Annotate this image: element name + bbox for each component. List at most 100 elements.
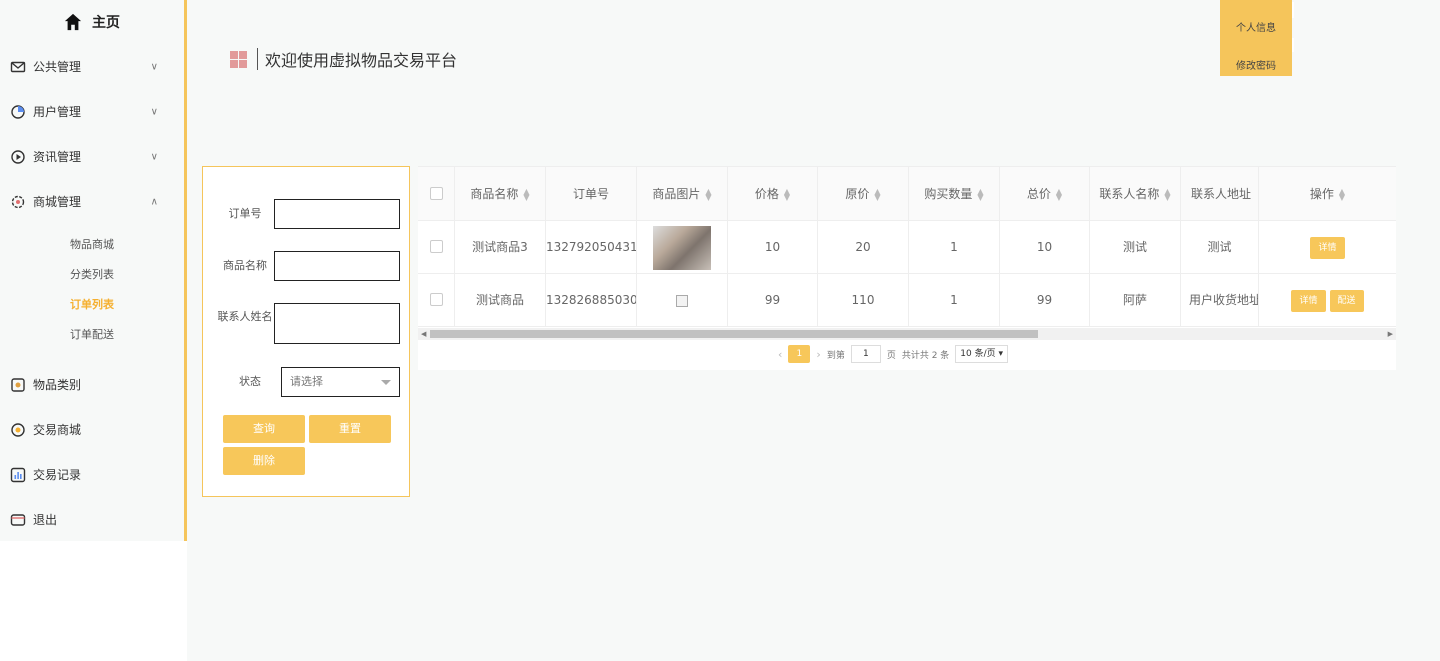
- sort-icon: ▲ ▼: [1055, 186, 1063, 202]
- grid-icon: [230, 50, 247, 68]
- sort-icon: ▲ ▼: [705, 186, 712, 202]
- col-contact-name[interactable]: 联系人名称 ▲ ▼: [1090, 167, 1181, 221]
- col-total[interactable]: 总价 ▲ ▼: [1000, 167, 1090, 221]
- table-row: 测试商品 1328268850307 99 110 1 99 阿萨 用户收货地址…: [418, 274, 1396, 327]
- menu-logout[interactable]: 退出: [0, 497, 184, 542]
- query-button[interactable]: 查询: [223, 415, 305, 443]
- col-actions[interactable]: 操作 ▲ ▼: [1259, 167, 1396, 221]
- profile-link[interactable]: 个人信息: [1220, 19, 1292, 34]
- cell-product-name: 测试商品: [455, 274, 546, 327]
- menu-users[interactable]: 用户管理 ∨: [0, 89, 184, 134]
- sort-icon: ▲ ▼: [1338, 186, 1346, 202]
- sidebar: 主页 公共管理 ∨ 用户管理 ∨ 资讯管理 ∨ 商城管理 ∧ 物品商城 分类列表…: [0, 0, 187, 541]
- status-label: 状态: [239, 375, 261, 388]
- col-order-no: 订单号: [546, 167, 637, 221]
- home-label: 主页: [92, 15, 120, 31]
- sort-icon: ▲ ▼: [783, 186, 791, 202]
- horizontal-scrollbar[interactable]: ◀ ▶: [418, 328, 1396, 340]
- row-checkbox[interactable]: [430, 240, 443, 253]
- cell-order-no: 1328268850307: [546, 274, 637, 327]
- cell-quantity: 1: [909, 274, 1000, 327]
- sub-item-category-list[interactable]: 分类列表: [0, 260, 184, 290]
- broken-image-icon[interactable]: [676, 294, 688, 307]
- table-row: 测试商品3 1327920504314 10 20 1 10 测试 测试 详情: [418, 221, 1396, 274]
- detail-button[interactable]: 详情: [1310, 236, 1345, 259]
- sort-icon: ▲ ▼: [523, 186, 530, 202]
- menu-mall[interactable]: 商城管理 ∧: [0, 179, 184, 224]
- cell-price: 99: [728, 274, 818, 327]
- total-count: 共计共 2 条: [901, 350, 950, 361]
- product-name-label: 商品名称: [223, 259, 267, 272]
- col-original-price[interactable]: 原价 ▲ ▼: [818, 167, 909, 221]
- product-thumbnail[interactable]: [653, 225, 711, 270]
- sidebar-footer: [0, 541, 187, 661]
- page-1-button[interactable]: 1: [788, 345, 811, 363]
- order-no-label: 订单号: [228, 207, 262, 220]
- col-price[interactable]: 价格 ▲ ▼: [728, 167, 818, 221]
- chevron-down-icon: ∨: [150, 106, 158, 117]
- scrollbar-thumb[interactable]: [430, 330, 1038, 338]
- goto-label: 到第: [826, 350, 845, 361]
- caret-down-icon: [381, 380, 391, 385]
- col-product-image[interactable]: 商品图片 ▲ ▼: [637, 167, 728, 221]
- menu-trade-mall-label: 交易商城: [33, 423, 82, 437]
- col-product-name[interactable]: 商品名称 ▲ ▼: [455, 167, 546, 221]
- sub-item-order-delivery[interactable]: 订单配送: [0, 320, 184, 350]
- scroll-right-icon[interactable]: ▶: [1388, 328, 1393, 340]
- title-divider: [257, 48, 258, 70]
- mail-icon: [10, 59, 26, 75]
- menu-users-label: 用户管理: [33, 105, 82, 119]
- pagination: ‹ 1 › 到第 1 页 共计共 2 条 10 条/页 ▾: [778, 345, 1009, 363]
- cell-original-price: 110: [818, 274, 909, 327]
- page-suffix: 页: [886, 350, 896, 361]
- home-icon: [64, 13, 82, 31]
- menu-category[interactable]: 物品类别: [0, 362, 184, 407]
- chart-icon: [10, 467, 26, 483]
- change-password-link[interactable]: 修改密码: [1220, 57, 1292, 72]
- cell-contact-address: 测试: [1181, 221, 1259, 274]
- play-icon: [10, 149, 26, 165]
- reset-button[interactable]: 重置: [309, 415, 391, 443]
- cell-order-no: 1327920504314: [546, 221, 637, 274]
- prev-page-icon[interactable]: ‹: [778, 348, 782, 361]
- home-link[interactable]: 主页: [0, 0, 184, 44]
- cell-contact-address: 用户收货地址: [1181, 274, 1259, 327]
- menu-logout-label: 退出: [33, 513, 58, 527]
- menu-news[interactable]: 资讯管理 ∨: [0, 134, 184, 179]
- menu-trade-mall[interactable]: 交易商城: [0, 407, 184, 452]
- scroll-left-icon[interactable]: ◀: [421, 328, 426, 340]
- deliver-button[interactable]: 配送: [1329, 289, 1364, 312]
- cell-original-price: 20: [818, 221, 909, 274]
- goto-page-input[interactable]: 1: [850, 345, 881, 363]
- contact-name-input[interactable]: [274, 303, 400, 344]
- sort-icon: ▲ ▼: [1164, 186, 1171, 202]
- order-no-input[interactable]: [274, 199, 400, 229]
- col-quantity[interactable]: 购买数量 ▲ ▼: [909, 167, 1000, 221]
- page-size-select[interactable]: 10 条/页 ▾: [955, 345, 1009, 363]
- detail-button[interactable]: 详情: [1291, 289, 1326, 312]
- next-page-icon[interactable]: ›: [816, 348, 820, 361]
- row-checkbox[interactable]: [430, 293, 443, 306]
- contact-name-label: 联系人姓名: [217, 310, 273, 323]
- menu-trade-records[interactable]: 交易记录: [0, 452, 184, 497]
- product-name-input[interactable]: [274, 251, 400, 281]
- sub-item-order-list[interactable]: 订单列表: [0, 290, 184, 320]
- user-menu: 个人信息 修改密码: [1220, 0, 1294, 76]
- select-all-checkbox[interactable]: [430, 187, 443, 200]
- delete-button[interactable]: 删除: [223, 447, 305, 475]
- sort-icon: ▲ ▼: [977, 186, 984, 202]
- order-table: 商品名称 ▲ ▼ 订单号 商品图片 ▲ ▼ 价格 ▲ ▼ 原价 ▲ ▼ 购买数量 ▲ ▼ 总价 ▲ ▼ …: [418, 166, 1396, 370]
- cell-actions: 详情: [1259, 221, 1396, 274]
- status-select-value: 请选择: [290, 375, 323, 388]
- menu-public[interactable]: 公共管理 ∨: [0, 44, 184, 89]
- cell-total: 99: [1000, 274, 1090, 327]
- cell-contact-name: 阿萨: [1090, 274, 1181, 327]
- tag-icon: [10, 377, 26, 393]
- menu-news-label: 资讯管理: [33, 150, 82, 164]
- sun-icon: [10, 422, 26, 438]
- table-header: 商品名称 ▲ ▼ 订单号 商品图片 ▲ ▼ 价格 ▲ ▼ 原价 ▲ ▼ 购买数量 ▲ ▼ 总价 ▲ ▼ …: [418, 167, 1396, 221]
- page-title: 欢迎使用虚拟物品交易平台: [265, 51, 458, 70]
- sub-item-goods-mall[interactable]: 物品商城: [0, 230, 184, 260]
- status-select[interactable]: 请选择: [281, 367, 400, 397]
- user-icon: [10, 104, 26, 120]
